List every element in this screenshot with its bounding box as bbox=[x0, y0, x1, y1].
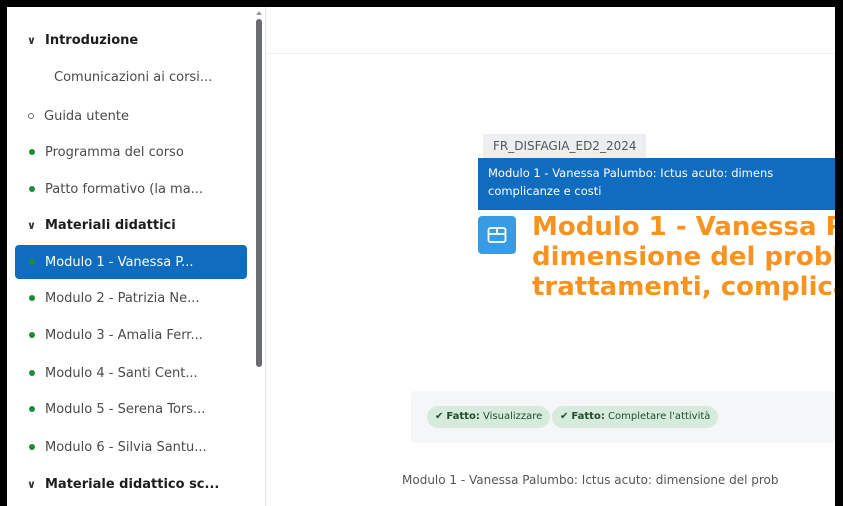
chevron-down-icon[interactable]: ∨ bbox=[27, 478, 45, 491]
sidebar-item-modulo-3[interactable]: Modulo 3 - Amalia Ferr... bbox=[15, 318, 247, 352]
sidebar-item-modulo-1[interactable]: Modulo 1 - Vanessa P... bbox=[15, 245, 247, 279]
scroll-up-arrow-icon[interactable] bbox=[256, 11, 262, 15]
sidebar-item-modulo-2[interactable]: Modulo 2 - Patrizia Ne... bbox=[15, 281, 247, 315]
check-icon: ✔ bbox=[560, 411, 569, 422]
completed-dot-icon bbox=[29, 444, 35, 450]
page-title: Modulo 1 - Vanessa Pal dimensione del pr… bbox=[532, 212, 843, 302]
course-index-sidebar: ∨ Introduzione Comunicazioni ai corsi...… bbox=[7, 7, 266, 506]
sidebar-item-label: Modulo 5 - Serena Tors... bbox=[45, 401, 206, 417]
sidebar-item-patto-formativo[interactable]: Patto formativo (la ma... bbox=[15, 172, 247, 206]
section-materiali-didattici[interactable]: ∨ Materiali didattici bbox=[15, 208, 247, 242]
completion-badge-complete: ✔ Fatto: Completare l'attività bbox=[552, 406, 719, 428]
title-line: trattamenti, complicanz bbox=[532, 272, 835, 302]
course-code-breadcrumb[interactable]: FR_DISFAGIA_ED2_2024 bbox=[483, 134, 647, 158]
title-line: Modulo 1 - Vanessa Pal bbox=[532, 212, 843, 242]
sidebar-item-label: Modulo 2 - Patrizia Ne... bbox=[45, 290, 200, 306]
sidebar-item-label: Modulo 1 - Vanessa P... bbox=[45, 254, 194, 270]
completed-dot-icon bbox=[29, 406, 35, 412]
check-icon: ✔ bbox=[435, 411, 444, 422]
chevron-down-icon[interactable]: ∨ bbox=[27, 219, 45, 232]
activity-banner: Modulo 1 - Vanessa Palumbo: Ictus acuto:… bbox=[478, 158, 835, 210]
sidebar-item-guida-utente[interactable]: Guida utente bbox=[15, 99, 247, 133]
banner-line: Modulo 1 - Vanessa Palumbo: Ictus acuto:… bbox=[488, 166, 774, 180]
completion-conditions: ✔ Fatto: Visualizzare ✔ Fatto: Completare … bbox=[411, 391, 835, 443]
sidebar-item-label: Guida utente bbox=[44, 108, 129, 124]
sidebar-item-modulo-6[interactable]: Modulo 6 - Silvia Santu... bbox=[15, 430, 247, 464]
sidebar-item-label: Modulo 4 - Santi Cent... bbox=[45, 365, 198, 381]
sidebar-item-modulo-5[interactable]: Modulo 5 - Serena Tors... bbox=[15, 392, 247, 426]
completed-dot-icon bbox=[29, 186, 35, 192]
completion-badge-view: ✔ Fatto: Visualizzare bbox=[427, 406, 551, 428]
incomplete-circle-icon bbox=[28, 113, 34, 119]
page-header-bar bbox=[266, 7, 835, 54]
book-module-icon bbox=[478, 216, 516, 254]
sidebar-item-label: Programma del corso bbox=[45, 144, 184, 160]
completed-dot-icon bbox=[29, 332, 35, 338]
sidebar-item-label: Comunicazioni ai corsi... bbox=[54, 69, 213, 85]
chevron-down-icon[interactable]: ∨ bbox=[27, 34, 45, 47]
section-label: Materiali didattici bbox=[45, 217, 176, 233]
section-label: Materiale didattico sc... bbox=[45, 476, 220, 492]
section-label: Introduzione bbox=[45, 32, 139, 48]
sidebar-item-comunicazioni[interactable]: Comunicazioni ai corsi... bbox=[15, 60, 247, 94]
banner-line: complicanze e costi bbox=[488, 184, 602, 198]
section-introduzione[interactable]: ∨ Introduzione bbox=[15, 23, 247, 57]
completed-dot-icon bbox=[29, 149, 35, 155]
section-materiale-didattico[interactable]: ∨ Materiale didattico sc... bbox=[15, 467, 247, 501]
completed-dot-icon bbox=[29, 259, 35, 265]
module-description: Modulo 1 - Vanessa Palumbo: Ictus acuto:… bbox=[402, 473, 779, 487]
sidebar-scrollbar[interactable] bbox=[256, 19, 262, 367]
completed-dot-icon bbox=[29, 295, 35, 301]
completed-dot-icon bbox=[29, 370, 35, 376]
sidebar-item-programma[interactable]: Programma del corso bbox=[15, 135, 247, 169]
sidebar-item-label: Modulo 6 - Silvia Santu... bbox=[45, 439, 207, 455]
sidebar-item-label: Modulo 3 - Amalia Ferr... bbox=[45, 327, 203, 343]
window-frame: ∨ Introduzione Comunicazioni ai corsi...… bbox=[0, 0, 843, 506]
sidebar-item-modulo-4[interactable]: Modulo 4 - Santi Cent... bbox=[15, 356, 247, 390]
main-content: FR_DISFAGIA_ED2_2024 Modulo 1 - Vanessa … bbox=[266, 7, 835, 506]
sidebar-item-label: Patto formativo (la ma... bbox=[45, 181, 204, 197]
title-line: dimensione del problem bbox=[532, 242, 842, 272]
